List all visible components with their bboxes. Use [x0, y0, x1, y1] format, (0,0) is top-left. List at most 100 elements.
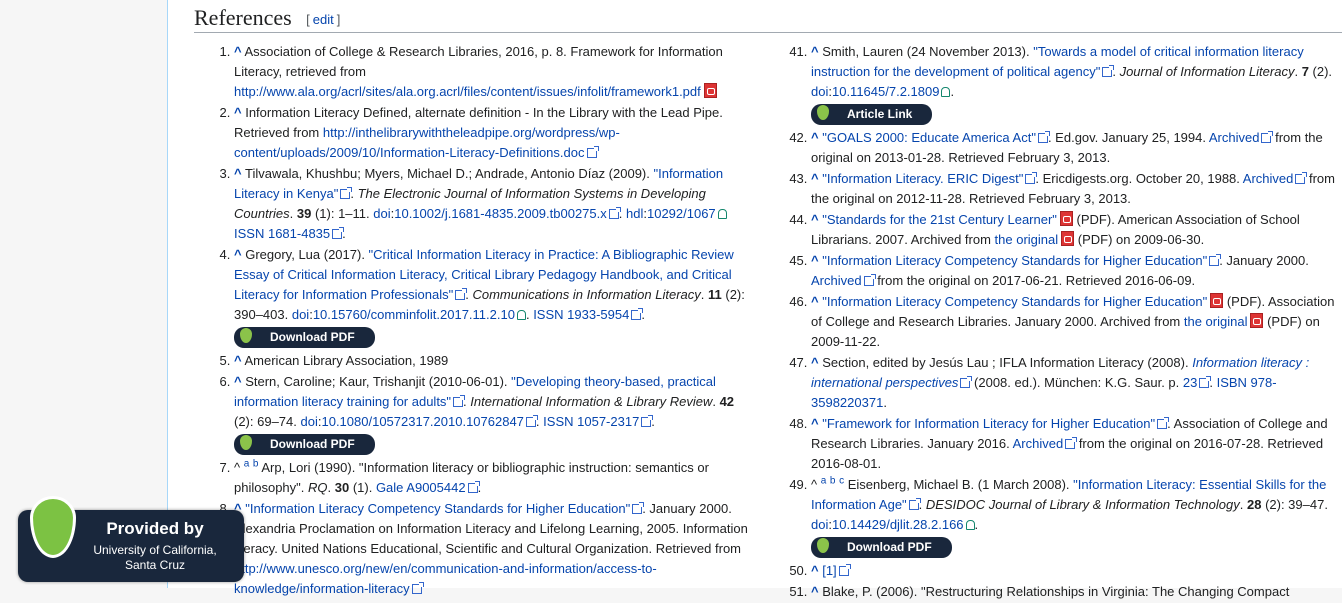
- droplet-logo-icon: [30, 496, 76, 558]
- ref-volume: 39: [296, 206, 312, 221]
- ref-title-link[interactable]: "Framework for Information Literacy for …: [822, 416, 1155, 431]
- doi-label-link[interactable]: doi: [373, 206, 390, 221]
- hdl-label-link[interactable]: hdl: [626, 206, 643, 221]
- ref-volume: 11: [708, 287, 722, 302]
- issn-link[interactable]: 1681-4835: [268, 226, 330, 241]
- article-content: References [edit] ^ Association of Colle…: [167, 0, 1342, 599]
- back-link[interactable]: ^: [811, 563, 819, 578]
- open-access-lock-icon: [965, 520, 975, 530]
- back-link-a[interactable]: a: [244, 459, 250, 470]
- download-pdf-button[interactable]: Download PDF: [234, 434, 375, 455]
- reference-item: ^ "GOALS 2000: Educate America Act" . Ed.…: [811, 128, 1342, 168]
- doi-label-link[interactable]: doi: [811, 517, 828, 532]
- reference-item: ^ "Information Literacy. ERIC Digest" . E…: [811, 169, 1342, 209]
- external-link-icon: [340, 187, 353, 199]
- back-link-b[interactable]: b: [830, 476, 836, 487]
- ref-text: (2008. ed.). München: K.G. Saur. p.: [970, 375, 1183, 390]
- ref-url-link[interactable]: http://www.unesco.org/new/en/communicati…: [234, 561, 657, 596]
- pdf-icon: [703, 83, 717, 98]
- back-link[interactable]: ^: [811, 253, 819, 268]
- doi-link[interactable]: 10.1002/j.1681-4835.2009.tb00275.x: [394, 206, 607, 221]
- ref-text: Section, edited by Jesús Lau ; IFLA Info…: [822, 355, 1193, 370]
- doi-link[interactable]: 10.15760/comminfolit.2017.11.2.10: [313, 307, 515, 322]
- doi-label-link[interactable]: doi: [811, 84, 828, 99]
- issn-label-link[interactable]: ISSN: [533, 307, 563, 322]
- ref-journal: International Information & Library Revi…: [470, 394, 713, 409]
- archived-link[interactable]: Archived: [811, 273, 862, 288]
- back-link[interactable]: ^: [811, 294, 819, 309]
- edit-link[interactable]: edit: [313, 12, 334, 27]
- ref-volume: 28: [1246, 497, 1262, 512]
- provided-by-org: University of California, Santa Cruz: [93, 543, 217, 572]
- hdl-link[interactable]: 10292/1067: [647, 206, 716, 221]
- issn-link[interactable]: 1057-2317: [577, 414, 639, 429]
- ref-text: .: [883, 395, 887, 410]
- open-access-lock-icon: [717, 209, 727, 219]
- back-link-a[interactable]: a: [821, 476, 827, 487]
- article-link-button[interactable]: Article Link: [811, 104, 933, 125]
- doi-label-link[interactable]: doi: [301, 414, 318, 429]
- ref-text: Smith, Lauren (24 November 2013).: [822, 44, 1034, 59]
- reference-item: ^ "Framework for Information Literacy fo…: [811, 414, 1342, 474]
- ref-text: (PDF) on 2009-06-30.: [1074, 232, 1205, 247]
- ref-text: .: [700, 287, 709, 302]
- ref-title-link[interactable]: "Information Literacy Competency Standar…: [822, 294, 1207, 309]
- ref-title-link[interactable]: "Information Literacy Competency Standar…: [245, 501, 630, 516]
- provided-by-badge[interactable]: Provided by University of California, Sa…: [18, 496, 244, 582]
- external-link-icon: [455, 288, 468, 300]
- back-link[interactable]: ^: [234, 353, 242, 368]
- back-link[interactable]: ^: [811, 212, 819, 227]
- back-link[interactable]: ^: [234, 105, 242, 120]
- back-link[interactable]: ^: [811, 171, 819, 186]
- doi-link[interactable]: 10.1080/10572317.2010.10762847: [321, 414, 523, 429]
- reference-item: ^ a b Arp, Lori (1990). "Information lit…: [234, 458, 754, 498]
- doi-label-link[interactable]: doi: [292, 307, 309, 322]
- edit-bracket-open: [: [306, 12, 310, 27]
- back-link[interactable]: ^: [811, 355, 819, 370]
- external-link-icon: [467, 481, 480, 493]
- ref-journal: DESIDOC Journal of Library & Information…: [925, 497, 1240, 512]
- doi-link[interactable]: 10.14429/djlit.28.2.166: [832, 517, 964, 532]
- external-link-icon: [525, 415, 538, 427]
- download-pdf-button[interactable]: Download PDF: [234, 327, 375, 348]
- back-link[interactable]: ^: [234, 374, 242, 389]
- download-pdf-button[interactable]: Download PDF: [811, 537, 952, 558]
- back-link[interactable]: ^: [811, 416, 819, 431]
- external-link-icon: [1025, 172, 1038, 184]
- pdf-icon: [1250, 313, 1264, 328]
- archived-link[interactable]: Archived: [1243, 171, 1294, 186]
- gale-link[interactable]: Gale A9005442: [376, 480, 466, 495]
- page-link[interactable]: 23: [1183, 375, 1197, 390]
- reference-item: ^ American Library Association, 1989: [234, 351, 754, 371]
- issn-link[interactable]: 1933-5954: [567, 307, 629, 322]
- archived-link[interactable]: Archived: [1209, 130, 1260, 145]
- ref-title-link[interactable]: "Information Literacy. ERIC Digest": [822, 171, 1023, 186]
- ref-text: . Ericdigests.org. October 20, 1988.: [1035, 171, 1243, 186]
- button-label: Download PDF: [270, 437, 355, 451]
- back-link[interactable]: ^: [234, 166, 242, 181]
- back-link[interactable]: ^: [234, 247, 242, 262]
- issn-label-link[interactable]: ISSN: [234, 226, 264, 241]
- back-link[interactable]: ^: [811, 44, 819, 59]
- button-label: Download PDF: [270, 330, 355, 344]
- reference-item: ^ Blake, P. (2006). "Restructuring Relat…: [811, 582, 1342, 602]
- ref-volume: 7: [1301, 64, 1309, 79]
- ref-url-link[interactable]: http://www.ala.org/acrl/sites/ala.org.ac…: [234, 84, 701, 99]
- original-link[interactable]: the original: [995, 232, 1059, 247]
- ref-bracket-link[interactable]: [1]: [822, 563, 836, 578]
- back-link[interactable]: ^: [811, 584, 819, 599]
- reference-item: ^ Stern, Caroline; Kaur, Trishanjit (201…: [234, 372, 754, 457]
- archived-link[interactable]: Archived: [1013, 436, 1064, 451]
- back-link[interactable]: ^: [811, 130, 819, 145]
- ref-title-link[interactable]: "Standards for the 21st Century Learner": [822, 212, 1057, 227]
- external-link-icon: [863, 274, 876, 286]
- ref-title-link[interactable]: "GOALS 2000: Educate America Act": [822, 130, 1036, 145]
- doi-link[interactable]: 10.11645/7.2.1809: [832, 84, 939, 99]
- left-sidebar: [0, 0, 167, 588]
- ref-title-link[interactable]: "Information Literacy Competency Standar…: [822, 253, 1207, 268]
- reference-item: ^ Gregory, Lua (2017). "Critical Informa…: [234, 245, 754, 350]
- back-link[interactable]: ^: [234, 44, 242, 59]
- external-link-icon: [1209, 254, 1222, 266]
- original-link[interactable]: the original: [1184, 314, 1248, 329]
- issn-label-link[interactable]: ISSN: [543, 414, 573, 429]
